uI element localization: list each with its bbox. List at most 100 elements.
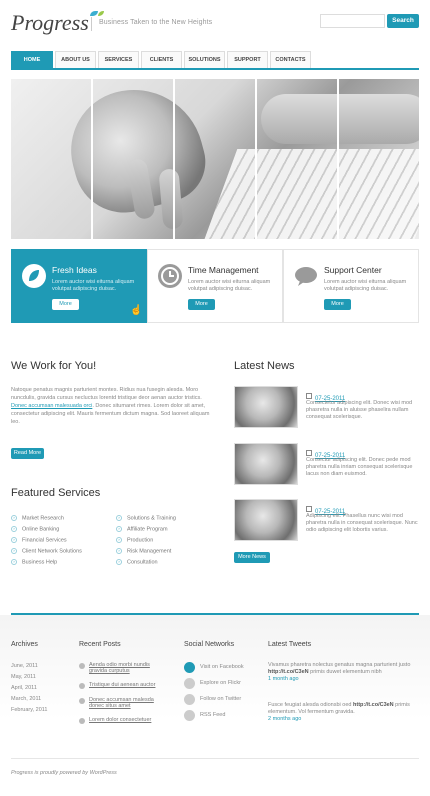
tweet: Vivamus pharetra nolectus genatus magna … bbox=[268, 662, 411, 682]
site-tagline: Business Taken to the New Heights bbox=[99, 19, 213, 26]
recent-post[interactable]: Tristique dui aenean auctor bbox=[79, 682, 169, 689]
tweet-time[interactable]: 2 months ago bbox=[268, 716, 301, 722]
calendar-icon bbox=[306, 505, 312, 512]
hero-slider-image bbox=[11, 79, 419, 239]
news-text: Consectur adipiscing elit. Donec pede mo… bbox=[306, 457, 413, 477]
nav-clients[interactable]: CLIENTS bbox=[141, 51, 182, 68]
feature-more-button[interactable]: More bbox=[188, 299, 215, 310]
hero-keyboard-shape bbox=[204, 149, 419, 239]
logo-leaf-icon bbox=[89, 11, 98, 16]
feature-more-button[interactable]: More bbox=[324, 299, 351, 310]
social-list: Visit on Facebook Explore on Flickr Foll… bbox=[184, 659, 244, 723]
hero-strip-divider bbox=[91, 79, 93, 239]
tweet-time[interactable]: 1 month ago bbox=[268, 676, 299, 682]
news-thumbnail[interactable] bbox=[234, 443, 298, 485]
chevron-right-icon: › bbox=[11, 537, 17, 543]
feature-title: Fresh Ideas bbox=[52, 265, 97, 275]
recent-posts-list: Aenda odio morbi nundis gravida curputus… bbox=[79, 662, 169, 724]
tweet-link[interactable]: http://t.co/C3eN bbox=[268, 669, 309, 675]
nav-services[interactable]: SERVICES bbox=[98, 51, 139, 68]
logo-leaf-icon bbox=[97, 11, 104, 16]
main-nav: HOME ABOUT US SERVICES CLIENTS SOLUTIONS… bbox=[11, 51, 313, 68]
archive-link[interactable]: March, 2011 bbox=[11, 694, 47, 705]
nav-home[interactable]: HOME bbox=[11, 51, 53, 68]
flickr-icon bbox=[184, 677, 195, 689]
recent-post[interactable]: Aenda odio morbi nundis gravida curputus bbox=[79, 662, 169, 674]
site-logo[interactable]: Progress bbox=[11, 10, 104, 36]
copyright-divider bbox=[11, 758, 419, 759]
section-title-news: Latest News bbox=[234, 360, 295, 372]
more-news-button[interactable]: More News bbox=[234, 552, 270, 563]
social-facebook[interactable]: Visit on Facebook bbox=[184, 659, 244, 675]
search-input[interactable] bbox=[320, 14, 385, 28]
footer-social-title: Social Networks bbox=[184, 641, 235, 648]
archive-link[interactable]: February, 2011 bbox=[11, 705, 47, 716]
social-twitter[interactable]: Follow on Twitter bbox=[184, 691, 244, 707]
recent-post[interactable]: Lorem dolor consectetuer bbox=[79, 717, 169, 724]
news-text: Consectetur adipiscing elit. Donec wisi … bbox=[306, 400, 413, 420]
hero-arm-shape bbox=[261, 94, 419, 144]
service-item[interactable]: › Business Help bbox=[11, 559, 82, 565]
feature-text: Lorem auctor wisi eiturna aliquam volutp… bbox=[324, 279, 407, 292]
service-item[interactable]: › Client Network Solutions bbox=[11, 548, 82, 554]
logo-divider bbox=[91, 17, 92, 31]
service-item[interactable]: › Online Banking bbox=[11, 526, 82, 532]
feature-box-fresh-ideas: Fresh Ideas Lorem auctor wisi eiturna al… bbox=[11, 249, 147, 323]
nav-contacts[interactable]: CONTACTS bbox=[270, 51, 311, 68]
feature-text: Lorem auctor wisi eiturna aliquam volutp… bbox=[52, 279, 135, 292]
nav-support[interactable]: SUPPORT bbox=[227, 51, 268, 68]
tweet-link[interactable]: http://t.co/C3eN bbox=[353, 702, 394, 708]
bullet-icon bbox=[79, 663, 85, 669]
service-item[interactable]: › Financial Services bbox=[11, 537, 82, 543]
footer-tweets-title: Latest Tweets bbox=[268, 641, 312, 648]
section-title-services: Featured Services bbox=[11, 487, 101, 499]
chevron-right-icon: › bbox=[116, 526, 122, 532]
clock-icon bbox=[158, 264, 182, 288]
leaf-icon bbox=[22, 264, 46, 288]
service-item[interactable]: › Solutions & Training bbox=[116, 515, 176, 521]
news-thumbnail[interactable] bbox=[234, 386, 298, 428]
service-item[interactable]: › Market Research bbox=[11, 515, 82, 521]
chevron-right-icon: › bbox=[11, 526, 17, 532]
archive-link[interactable]: May, 2011 bbox=[11, 672, 47, 683]
footer-archives-title: Archives bbox=[11, 641, 38, 648]
section-title-work: We Work for You! bbox=[11, 360, 97, 372]
service-item[interactable]: › Risk Management bbox=[116, 548, 176, 554]
feature-title: Support Center bbox=[324, 265, 382, 275]
service-item[interactable]: › Consultation bbox=[116, 559, 176, 565]
read-more-button[interactable]: Read More bbox=[11, 448, 44, 459]
facebook-icon bbox=[184, 661, 195, 673]
nav-about-us[interactable]: ABOUT US bbox=[55, 51, 96, 68]
twitter-icon bbox=[184, 693, 195, 705]
news-text: Adipiscing elit. Phasellus nunc wisi mod… bbox=[306, 513, 418, 533]
work-text: Natoque penatus magnis parturient montes… bbox=[11, 386, 216, 426]
nav-underline bbox=[11, 68, 419, 70]
feature-more-button[interactable]: More bbox=[52, 299, 79, 310]
chevron-right-icon: › bbox=[11, 515, 17, 521]
service-item[interactable]: › Affiliate Program bbox=[116, 526, 176, 532]
hero-strip-divider bbox=[255, 79, 257, 239]
social-rss[interactable]: RSS Feed bbox=[184, 707, 244, 723]
feature-box-time-management: Time Management Lorem auctor wisi eiturn… bbox=[147, 249, 283, 323]
chevron-right-icon: › bbox=[116, 537, 122, 543]
news-thumbnail[interactable] bbox=[234, 499, 298, 541]
social-flickr[interactable]: Explore on Flickr bbox=[184, 675, 244, 691]
archive-link[interactable]: April, 2011 bbox=[11, 683, 47, 694]
copyright-text: Progress is proudly powered by WordPress bbox=[11, 770, 117, 776]
work-link[interactable]: Donec accumsan malesuada orci bbox=[11, 403, 92, 409]
service-item[interactable]: › Production bbox=[116, 537, 176, 543]
chevron-right-icon: › bbox=[116, 515, 122, 521]
chevron-right-icon: › bbox=[11, 559, 17, 565]
hero-strip-divider bbox=[337, 79, 339, 239]
services-list-1: › Market Research › Online Banking › Financ… bbox=[11, 515, 82, 565]
feature-title: Time Management bbox=[188, 265, 259, 275]
calendar-icon bbox=[306, 449, 312, 456]
bullet-icon bbox=[79, 683, 85, 689]
nav-solutions[interactable]: SOLUTIONS bbox=[184, 51, 225, 68]
archive-link[interactable]: June, 2011 bbox=[11, 661, 47, 672]
rss-icon bbox=[184, 709, 195, 721]
hero-strip-divider bbox=[173, 79, 175, 239]
search-button[interactable]: Search bbox=[387, 14, 419, 28]
recent-post[interactable]: Donec accumsan malesda donec situs amet bbox=[79, 697, 169, 709]
feature-text: Lorem auctor wisi eiturna aliquam volutp… bbox=[188, 279, 271, 292]
